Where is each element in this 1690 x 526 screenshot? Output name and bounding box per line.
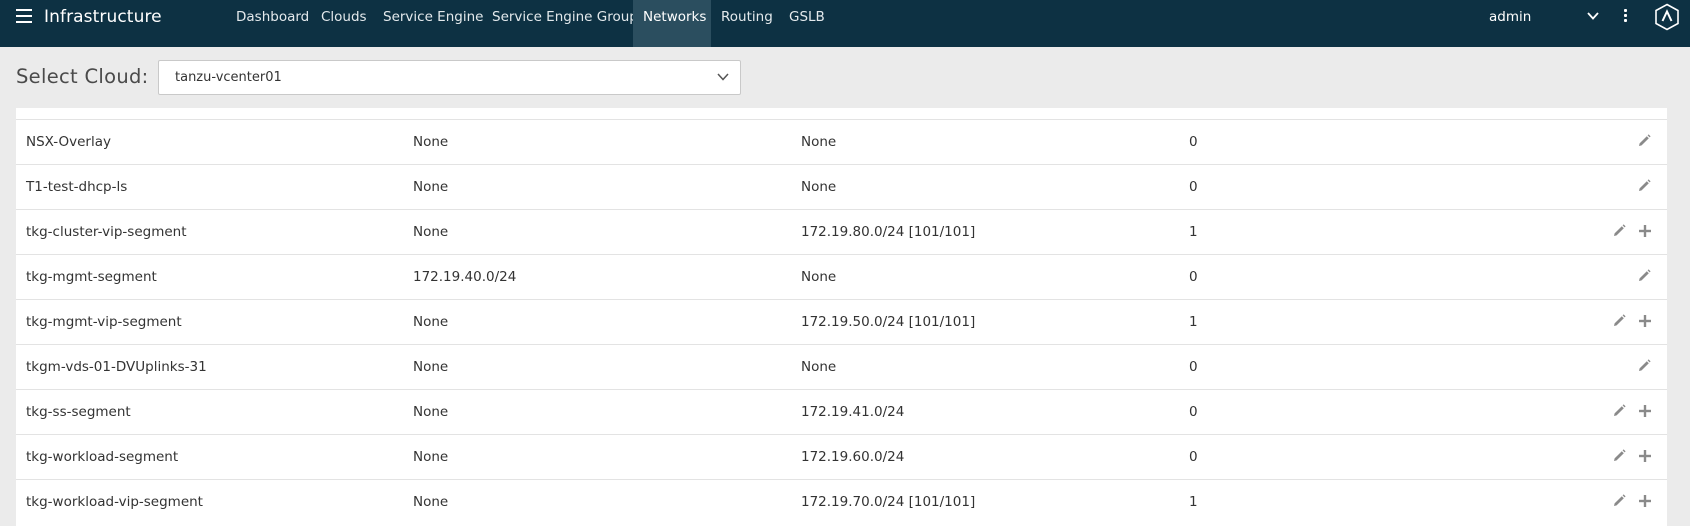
static-ip-pools: 0 [1189,269,1198,285]
table-row: tkg-ss-segment None 172.19.41.0/24 0 [16,389,1667,434]
configured-subnets: 172.19.60.0/24 [801,449,905,465]
network-name: tkg-mgmt-vip-segment [26,314,182,330]
edit-icon[interactable] [1636,268,1652,284]
edit-icon[interactable] [1611,448,1627,464]
table-row: tkg-workload-vip-segment None 172.19.70.… [16,479,1667,524]
static-ip-pools: 0 [1189,449,1198,465]
network-name: NSX-Overlay [26,134,111,150]
discovered-subnets: None [413,179,449,195]
tab-service-engine[interactable]: Service Engine [383,0,483,47]
static-ip-pools: 1 [1189,224,1198,240]
edit-icon[interactable] [1611,313,1627,329]
edit-icon[interactable] [1636,358,1652,374]
edit-icon[interactable] [1636,178,1652,194]
static-ip-pools: 1 [1189,314,1198,330]
static-ip-pools: 0 [1189,359,1198,375]
configured-subnets: None [801,359,837,375]
cloud-selector-label: Select Cloud: [16,65,149,88]
tab-service-engine-group[interactable]: Service Engine Group [492,0,638,47]
edit-icon[interactable] [1611,493,1627,509]
table-row: tkg-workload-segment None 172.19.60.0/24… [16,434,1667,479]
tab-gslb[interactable]: GSLB [789,0,825,47]
add-icon[interactable] [1638,449,1652,463]
static-ip-pools: 1 [1189,494,1198,510]
discovered-subnets: None [413,224,449,240]
discovered-subnets: None [413,134,449,150]
network-name: tkg-workload-segment [26,449,179,465]
cloud-selector-bar: Select Cloud: tanzu-vcenter01 [0,47,1690,108]
cloud-select-value: tanzu-vcenter01 [175,70,282,85]
table-row: T1-test-dhcp-ls None None 0 [16,164,1667,209]
app-title: Infrastructure [44,7,162,27]
static-ip-pools: 0 [1189,404,1198,420]
menu-icon[interactable] [16,9,32,24]
network-name: tkg-workload-vip-segment [26,494,203,510]
app-logo-icon [1655,3,1679,31]
network-name: tkgm-vds-01-DVUplinks-31 [26,359,207,375]
add-icon[interactable] [1638,494,1652,508]
network-name: tkg-cluster-vip-segment [26,224,187,240]
configured-subnets: 172.19.70.0/24 [101/101] [801,494,976,510]
networks-table: NSX-Overlay None None 0 T1-test-dhcp-ls … [16,108,1667,526]
edit-icon[interactable] [1611,403,1627,419]
configured-subnets: 172.19.50.0/24 [101/101] [801,314,976,330]
discovered-subnets: 172.19.40.0/24 [413,269,517,285]
table-row: tkgm-vds-01-DVUplinks-31 None None 0 [16,344,1667,389]
network-name: T1-test-dhcp-ls [26,179,128,195]
add-icon[interactable] [1638,224,1652,238]
chevron-down-icon[interactable] [1586,11,1600,21]
add-icon[interactable] [1638,404,1652,418]
network-name: tkg-mgmt-segment [26,269,157,285]
add-icon[interactable] [1638,314,1652,328]
chevron-down-icon [717,73,729,81]
static-ip-pools: 0 [1189,179,1198,195]
tab-clouds[interactable]: Clouds [321,0,367,47]
table-row: tkg-mgmt-vip-segment None 172.19.50.0/24… [16,299,1667,344]
static-ip-pools: 0 [1189,134,1198,150]
tab-dashboard[interactable]: Dashboard [236,0,318,47]
kebab-menu-icon[interactable] [1624,9,1628,23]
table-row: tkg-mgmt-segment 172.19.40.0/24 None 0 [16,254,1667,299]
discovered-subnets: None [413,449,449,465]
discovered-subnets: None [413,404,449,420]
discovered-subnets: None [413,314,449,330]
configured-subnets: 172.19.80.0/24 [101/101] [801,224,976,240]
configured-subnets: None [801,269,837,285]
network-name: tkg-ss-segment [26,404,131,420]
discovered-subnets: None [413,494,449,510]
edit-icon[interactable] [1636,133,1652,149]
table-row: NSX-Overlay None None 0 [16,119,1667,164]
discovered-subnets: None [413,359,449,375]
user-name[interactable]: admin [1489,9,1531,25]
edit-icon[interactable] [1611,223,1627,239]
cloud-select-dropdown[interactable]: tanzu-vcenter01 [158,60,741,95]
configured-subnets: None [801,179,837,195]
table-row: tkg-cluster-vip-segment None 172.19.80.0… [16,209,1667,254]
configured-subnets: None [801,134,837,150]
tab-routing[interactable]: Routing [721,0,773,47]
configured-subnets: 172.19.41.0/24 [801,404,905,420]
top-nav-bar: Infrastructure Dashboard Clouds Service … [0,0,1690,47]
tab-networks[interactable]: Networks [633,0,711,47]
